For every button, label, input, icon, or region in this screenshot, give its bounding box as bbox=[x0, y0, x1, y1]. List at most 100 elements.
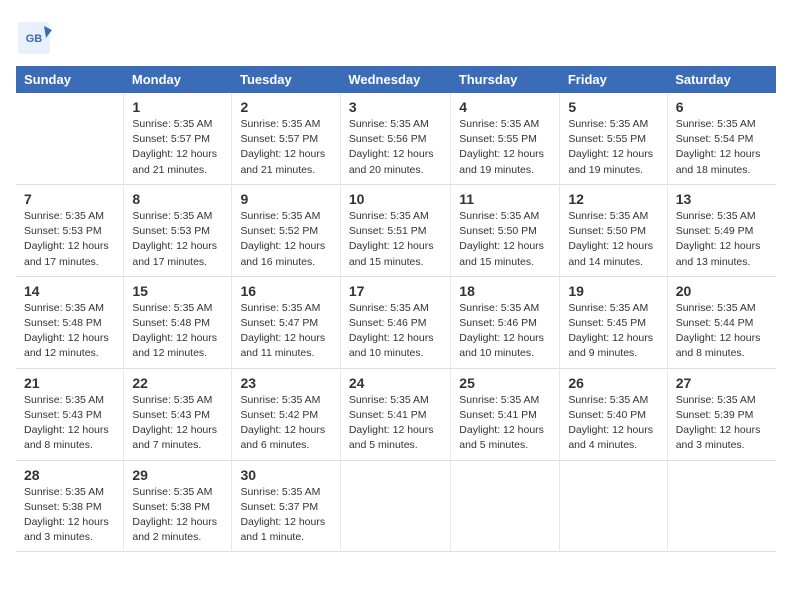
day-info: Sunrise: 5:35 AM Sunset: 5:46 PM Dayligh… bbox=[459, 301, 551, 362]
day-number: 18 bbox=[459, 283, 551, 299]
day-cell: 25 Sunrise: 5:35 AM Sunset: 5:41 PM Dayli… bbox=[451, 368, 560, 460]
day-number: 3 bbox=[349, 99, 442, 115]
day-number: 24 bbox=[349, 375, 442, 391]
day-info: Sunrise: 5:35 AM Sunset: 5:48 PM Dayligh… bbox=[132, 301, 223, 362]
day-info: Sunrise: 5:35 AM Sunset: 5:38 PM Dayligh… bbox=[132, 485, 223, 546]
day-cell: 22 Sunrise: 5:35 AM Sunset: 5:43 PM Dayli… bbox=[124, 368, 232, 460]
day-cell bbox=[16, 93, 124, 184]
header-thursday: Thursday bbox=[451, 66, 560, 93]
day-info: Sunrise: 5:35 AM Sunset: 5:50 PM Dayligh… bbox=[459, 209, 551, 270]
day-cell: 21 Sunrise: 5:35 AM Sunset: 5:43 PM Dayli… bbox=[16, 368, 124, 460]
calendar-table: SundayMondayTuesdayWednesdayThursdayFrid… bbox=[16, 66, 776, 552]
day-number: 16 bbox=[240, 283, 331, 299]
day-number: 15 bbox=[132, 283, 223, 299]
week-row-3: 14 Sunrise: 5:35 AM Sunset: 5:48 PM Dayli… bbox=[16, 276, 776, 368]
day-info: Sunrise: 5:35 AM Sunset: 5:44 PM Dayligh… bbox=[676, 301, 768, 362]
day-cell: 28 Sunrise: 5:35 AM Sunset: 5:38 PM Dayli… bbox=[16, 460, 124, 552]
day-cell: 6Sunrise: 5:35 AM Sunset: 5:54 PM Daylig… bbox=[667, 93, 776, 184]
day-info: Sunrise: 5:35 AM Sunset: 5:39 PM Dayligh… bbox=[676, 393, 768, 454]
day-info: Sunrise: 5:35 AM Sunset: 5:47 PM Dayligh… bbox=[240, 301, 331, 362]
day-number: 2 bbox=[240, 99, 331, 115]
day-cell: 12 Sunrise: 5:35 AM Sunset: 5:50 PM Dayli… bbox=[560, 184, 667, 276]
day-number: 19 bbox=[568, 283, 658, 299]
week-row-1: 1 Sunrise: 5:35 AM Sunset: 5:57 PM Daylig… bbox=[16, 93, 776, 184]
day-info: Sunrise: 5:35 AM Sunset: 5:55 PM Dayligh… bbox=[459, 117, 551, 178]
day-number: 30 bbox=[240, 467, 331, 483]
day-info: Sunrise: 5:35 AM Sunset: 5:42 PM Dayligh… bbox=[240, 393, 331, 454]
day-cell: 30 Sunrise: 5:35 AM Sunset: 5:37 PM Dayli… bbox=[232, 460, 340, 552]
day-info: Sunrise: 5:35 AM Sunset: 5:40 PM Dayligh… bbox=[568, 393, 658, 454]
day-cell: 11 Sunrise: 5:35 AM Sunset: 5:50 PM Dayli… bbox=[451, 184, 560, 276]
day-number: 5 bbox=[568, 99, 658, 115]
day-cell: 1 Sunrise: 5:35 AM Sunset: 5:57 PM Daylig… bbox=[124, 93, 232, 184]
day-cell bbox=[667, 460, 776, 552]
day-cell: 20 Sunrise: 5:35 AM Sunset: 5:44 PM Dayli… bbox=[667, 276, 776, 368]
day-cell bbox=[340, 460, 450, 552]
header-sunday: Sunday bbox=[16, 66, 124, 93]
page-header: GB bbox=[16, 16, 776, 56]
day-info: Sunrise: 5:35 AM Sunset: 5:43 PM Dayligh… bbox=[24, 393, 115, 454]
week-row-5: 28 Sunrise: 5:35 AM Sunset: 5:38 PM Dayli… bbox=[16, 460, 776, 552]
day-cell: 27 Sunrise: 5:35 AM Sunset: 5:39 PM Dayli… bbox=[667, 368, 776, 460]
day-info: Sunrise: 5:35 AM Sunset: 5:43 PM Dayligh… bbox=[132, 393, 223, 454]
day-number: 6 bbox=[676, 99, 768, 115]
header-tuesday: Tuesday bbox=[232, 66, 340, 93]
day-number: 25 bbox=[459, 375, 551, 391]
day-number: 1 bbox=[132, 99, 223, 115]
svg-text:GB: GB bbox=[26, 33, 43, 45]
week-row-4: 21 Sunrise: 5:35 AM Sunset: 5:43 PM Dayli… bbox=[16, 368, 776, 460]
day-cell: 16 Sunrise: 5:35 AM Sunset: 5:47 PM Dayli… bbox=[232, 276, 340, 368]
day-number: 20 bbox=[676, 283, 768, 299]
day-info: Sunrise: 5:35 AM Sunset: 5:38 PM Dayligh… bbox=[24, 485, 115, 546]
day-cell bbox=[560, 460, 667, 552]
day-info: Sunrise: 5:35 AM Sunset: 5:53 PM Dayligh… bbox=[132, 209, 223, 270]
day-info: Sunrise: 5:35 AM Sunset: 5:51 PM Dayligh… bbox=[349, 209, 442, 270]
day-number: 28 bbox=[24, 467, 115, 483]
day-info: Sunrise: 5:35 AM Sunset: 5:52 PM Dayligh… bbox=[240, 209, 331, 270]
day-info: Sunrise: 5:35 AM Sunset: 5:56 PM Dayligh… bbox=[349, 117, 442, 178]
day-cell: 13 Sunrise: 5:35 AM Sunset: 5:49 PM Dayli… bbox=[667, 184, 776, 276]
day-number: 11 bbox=[459, 191, 551, 207]
day-info: Sunrise: 5:35 AM Sunset: 5:55 PM Dayligh… bbox=[568, 117, 658, 178]
day-number: 21 bbox=[24, 375, 115, 391]
header-friday: Friday bbox=[560, 66, 667, 93]
day-number: 12 bbox=[568, 191, 658, 207]
logo-icon: GB bbox=[16, 20, 52, 56]
day-cell: 2Sunrise: 5:35 AM Sunset: 5:57 PM Daylig… bbox=[232, 93, 340, 184]
day-number: 14 bbox=[24, 283, 115, 299]
day-number: 27 bbox=[676, 375, 768, 391]
day-cell: 15 Sunrise: 5:35 AM Sunset: 5:48 PM Dayli… bbox=[124, 276, 232, 368]
day-cell: 14 Sunrise: 5:35 AM Sunset: 5:48 PM Dayli… bbox=[16, 276, 124, 368]
header-saturday: Saturday bbox=[667, 66, 776, 93]
day-info: Sunrise: 5:35 AM Sunset: 5:41 PM Dayligh… bbox=[349, 393, 442, 454]
header-wednesday: Wednesday bbox=[340, 66, 450, 93]
day-cell: 8Sunrise: 5:35 AM Sunset: 5:53 PM Daylig… bbox=[124, 184, 232, 276]
day-number: 23 bbox=[240, 375, 331, 391]
day-number: 22 bbox=[132, 375, 223, 391]
day-number: 7 bbox=[24, 191, 115, 207]
day-cell: 9Sunrise: 5:35 AM Sunset: 5:52 PM Daylig… bbox=[232, 184, 340, 276]
day-info: Sunrise: 5:35 AM Sunset: 5:45 PM Dayligh… bbox=[568, 301, 658, 362]
day-number: 10 bbox=[349, 191, 442, 207]
day-info: Sunrise: 5:35 AM Sunset: 5:53 PM Dayligh… bbox=[24, 209, 115, 270]
day-cell: 23 Sunrise: 5:35 AM Sunset: 5:42 PM Dayli… bbox=[232, 368, 340, 460]
day-info: Sunrise: 5:35 AM Sunset: 5:41 PM Dayligh… bbox=[459, 393, 551, 454]
day-number: 13 bbox=[676, 191, 768, 207]
day-cell bbox=[451, 460, 560, 552]
day-cell: 17Sunrise: 5:35 AM Sunset: 5:46 PM Dayli… bbox=[340, 276, 450, 368]
day-cell: 10 Sunrise: 5:35 AM Sunset: 5:51 PM Dayli… bbox=[340, 184, 450, 276]
day-number: 4 bbox=[459, 99, 551, 115]
week-row-2: 7 Sunrise: 5:35 AM Sunset: 5:53 PM Daylig… bbox=[16, 184, 776, 276]
day-cell: 4 Sunrise: 5:35 AM Sunset: 5:55 PM Daylig… bbox=[451, 93, 560, 184]
day-number: 26 bbox=[568, 375, 658, 391]
day-info: Sunrise: 5:35 AM Sunset: 5:57 PM Dayligh… bbox=[132, 117, 223, 178]
day-info: Sunrise: 5:35 AM Sunset: 5:37 PM Dayligh… bbox=[240, 485, 331, 546]
calendar-header-row: SundayMondayTuesdayWednesdayThursdayFrid… bbox=[16, 66, 776, 93]
day-info: Sunrise: 5:35 AM Sunset: 5:50 PM Dayligh… bbox=[568, 209, 658, 270]
day-cell: 29Sunrise: 5:35 AM Sunset: 5:38 PM Dayli… bbox=[124, 460, 232, 552]
day-cell: 5 Sunrise: 5:35 AM Sunset: 5:55 PM Daylig… bbox=[560, 93, 667, 184]
header-monday: Monday bbox=[124, 66, 232, 93]
day-info: Sunrise: 5:35 AM Sunset: 5:48 PM Dayligh… bbox=[24, 301, 115, 362]
day-cell: 7 Sunrise: 5:35 AM Sunset: 5:53 PM Daylig… bbox=[16, 184, 124, 276]
day-info: Sunrise: 5:35 AM Sunset: 5:49 PM Dayligh… bbox=[676, 209, 768, 270]
